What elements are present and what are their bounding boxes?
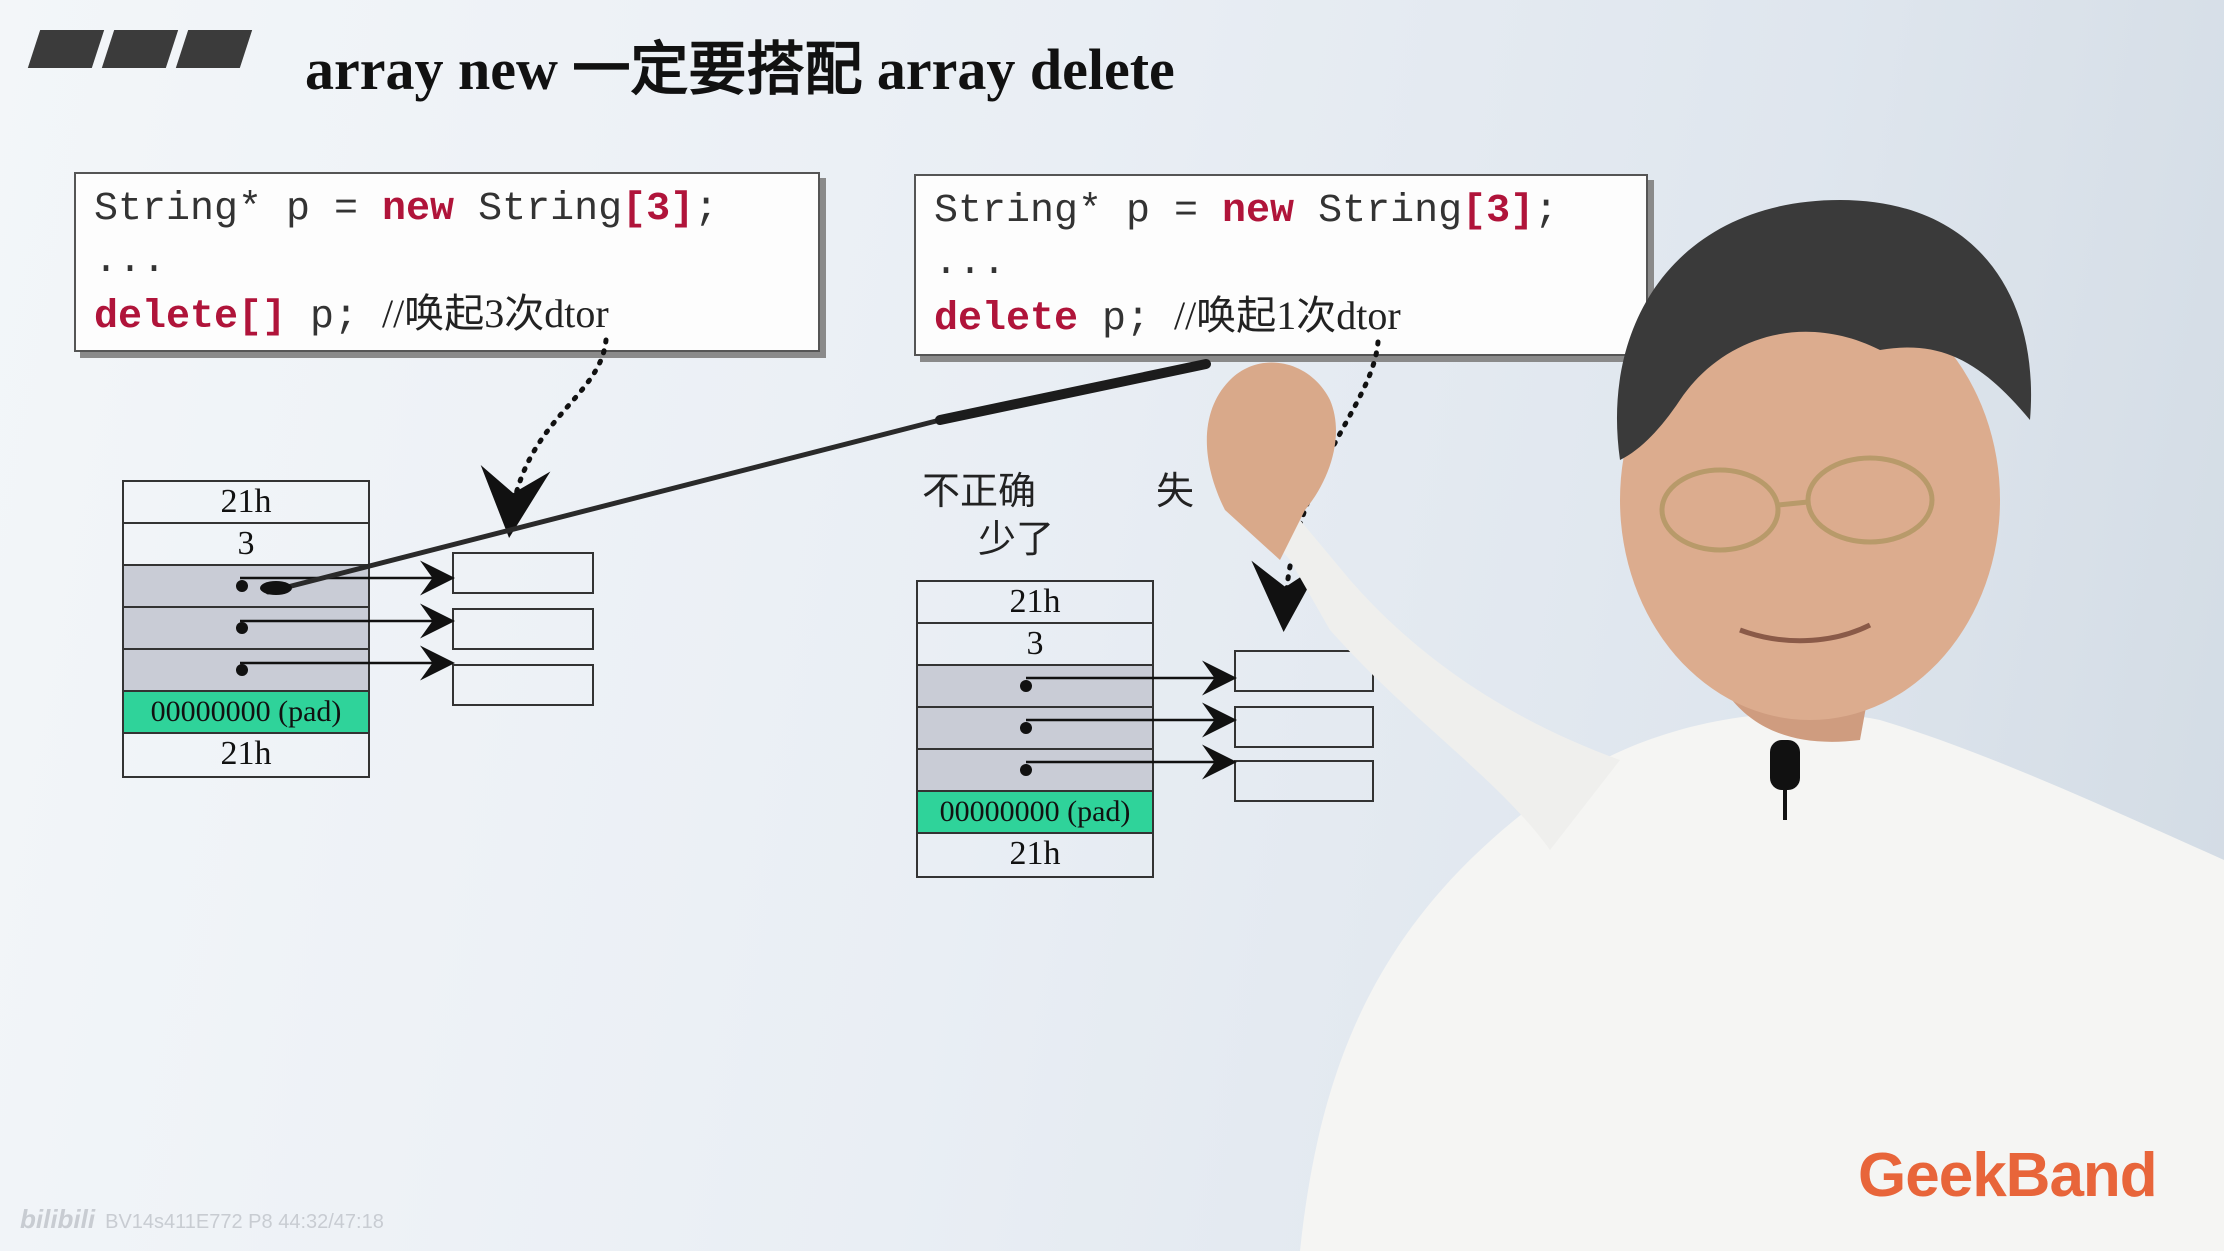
video-watermark: bilibili BV14s411E772 P8 44:32/47:18 <box>20 1204 384 1235</box>
presenter-hand <box>1206 362 1336 560</box>
pointer-tip <box>260 581 292 595</box>
geekband-logo: GeekBand <box>1858 1141 2158 1210</box>
watermark-id: BV14s411E772 P8 44:32/47:18 <box>105 1211 384 1233</box>
presenter-glasses-bridge <box>1777 499 1809 508</box>
microphone-icon <box>1770 740 1800 790</box>
dotted-connector <box>480 337 609 538</box>
teaching-pointer <box>265 417 943 595</box>
bilibili-logo: bilibili <box>20 1204 96 1234</box>
presenter-figure <box>1206 200 2224 1251</box>
